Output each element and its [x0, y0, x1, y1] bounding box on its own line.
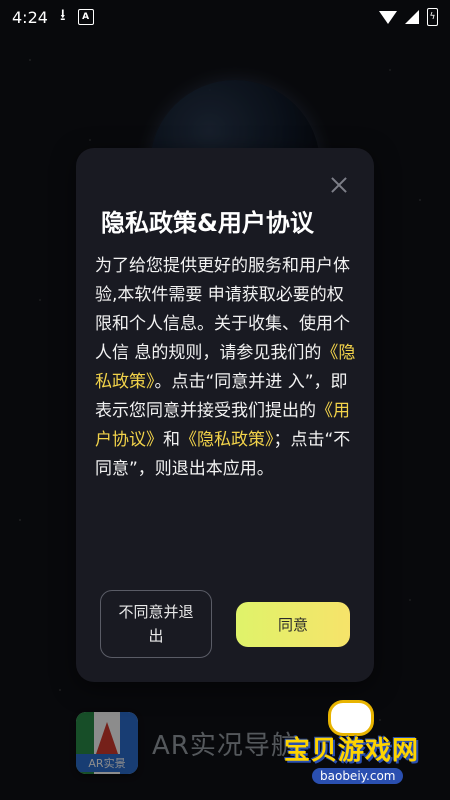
watermark-title: 宝贝游戏网: [284, 736, 420, 766]
close-icon[interactable]: [330, 176, 348, 194]
agree-button[interactable]: 同意: [236, 602, 350, 647]
body-text-3: 和: [163, 430, 180, 450]
download-icon: ⭳: [59, 4, 66, 24]
watermark-url: baobeiy.com: [312, 768, 404, 784]
watermark-logo: 宝贝游戏网 baobeiy.com: [284, 700, 434, 790]
cellular-signal-icon: [405, 10, 419, 24]
status-bar: 4:24 ⭳ A ϟ: [0, 0, 450, 34]
battery-charging-icon: ϟ: [427, 8, 438, 26]
decline-button[interactable]: 不同意并退出: [100, 590, 212, 658]
status-time: 4:24: [12, 7, 48, 27]
wifi-icon: [379, 10, 397, 24]
privacy-policy-link-2[interactable]: 《隐私政策》: [180, 430, 274, 450]
notification-badge-icon: A: [77, 9, 94, 25]
body-text-1: 为了给您提供更好的服务和用户体验,本软件需要 申请获取必要的权限和个人信息。关于…: [95, 256, 350, 363]
dialog-title: 隐私政策&用户协议: [101, 209, 314, 237]
privacy-dialog: 隐私政策&用户协议 为了给您提供更好的服务和用户体验,本软件需要 申请获取必要的…: [76, 148, 374, 682]
dialog-body: 为了给您提供更好的服务和用户体验,本软件需要 申请获取必要的权限和个人信息。关于…: [95, 252, 357, 484]
